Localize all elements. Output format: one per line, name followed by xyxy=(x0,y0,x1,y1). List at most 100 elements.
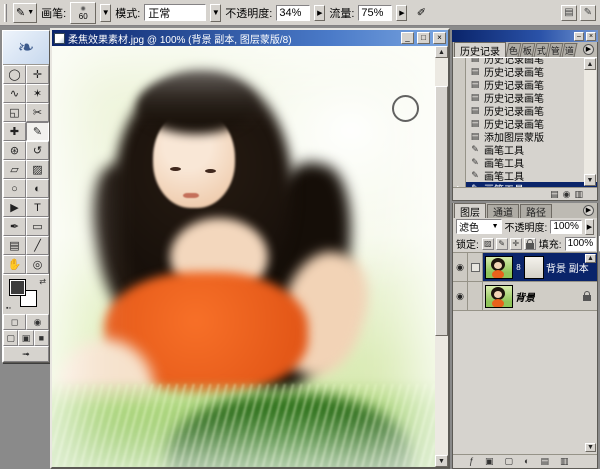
eyedropper-tool-icon[interactable]: ╱ xyxy=(26,236,49,255)
history-source-checkbox[interactable] xyxy=(453,117,466,130)
document-vscrollbar[interactable]: ▲ ▼ xyxy=(435,46,448,467)
history-item[interactable]: ▤添加图层蒙版 xyxy=(453,130,597,143)
blend-mode-select[interactable]: 正常 xyxy=(144,4,206,21)
mode-select-arrow[interactable]: ▼ xyxy=(210,4,221,22)
adjustment-layer-icon[interactable]: ◐ xyxy=(524,456,529,467)
layer-mask-thumbnail[interactable] xyxy=(524,256,544,279)
canvas[interactable] xyxy=(52,46,435,467)
healing-brush-tool-icon[interactable]: ✚ xyxy=(3,122,26,141)
tab-channels[interactable]: 通道 xyxy=(487,204,519,218)
tab-layers[interactable]: 图层 xyxy=(454,203,486,218)
history-brush-tool-icon[interactable]: ↺ xyxy=(26,141,49,160)
foreground-color-swatch[interactable] xyxy=(9,279,26,296)
path-select-tool-icon[interactable]: ▶ xyxy=(3,198,26,217)
history-source-checkbox[interactable] xyxy=(453,78,466,91)
jump-to-imageready-button[interactable]: ➟ xyxy=(3,346,49,362)
mask-edit-indicator[interactable] xyxy=(468,282,483,310)
lasso-tool-icon[interactable]: ∿ xyxy=(3,84,26,103)
minimize-button[interactable]: _ xyxy=(401,32,414,44)
lock-position-icon[interactable]: ✛ xyxy=(510,238,522,250)
lock-all-icon[interactable] xyxy=(524,238,536,250)
type-tool-icon[interactable]: T xyxy=(26,198,49,217)
magic-wand-tool-icon[interactable]: ✶ xyxy=(26,84,49,103)
screen-mode-button-1[interactable]: ▣ xyxy=(18,330,33,346)
eye-icon[interactable]: ◉ xyxy=(453,253,468,281)
layer-style-icon[interactable]: ƒ xyxy=(469,456,474,467)
standard-mode-button[interactable]: ◻ xyxy=(3,314,26,330)
scroll-up-icon[interactable]: ▲ xyxy=(435,46,448,58)
layer-opacity-arrow[interactable]: ▶ xyxy=(585,219,594,235)
zoom-tool-icon[interactable]: ◎ xyxy=(26,255,49,274)
history-item[interactable]: ✎画笔工具 xyxy=(453,169,597,182)
eye-icon[interactable]: ◉ xyxy=(453,282,468,310)
airbrush-toggle[interactable]: ✐ xyxy=(411,3,431,23)
history-source-checkbox[interactable] xyxy=(453,65,466,78)
scroll-up-icon[interactable]: ▲ xyxy=(584,58,596,70)
flow-input[interactable]: 75% xyxy=(358,5,392,21)
history-source-checkbox[interactable] xyxy=(453,91,466,104)
options-grip[interactable] xyxy=(4,4,7,22)
close-button[interactable]: × xyxy=(433,32,446,44)
lock-transparency-icon[interactable]: ▨ xyxy=(482,238,494,250)
layer-thumbnail[interactable] xyxy=(485,256,513,279)
shape-tool-icon[interactable]: ▭ xyxy=(26,217,49,236)
add-layer-mask-icon[interactable]: ▣ xyxy=(485,456,494,467)
brush-picker-arrow[interactable]: ▼ xyxy=(100,4,111,22)
history-source-checkbox[interactable] xyxy=(453,130,466,143)
marquee-tool-icon[interactable]: ◯ xyxy=(3,65,26,84)
palette-well-brushes-icon[interactable]: ✎ xyxy=(580,5,596,21)
blur-tool-icon[interactable]: ○ xyxy=(3,179,26,198)
history-source-checkbox[interactable] xyxy=(453,57,466,65)
dock-close-button[interactable]: × xyxy=(586,32,596,41)
dock-minimize-button[interactable]: – xyxy=(574,32,584,41)
mask-edit-indicator[interactable] xyxy=(468,253,483,281)
restore-button[interactable]: □ xyxy=(417,32,430,44)
default-colors-icon[interactable]: ▪▫ xyxy=(6,305,11,312)
history-source-checkbox[interactable] xyxy=(453,169,466,182)
slice-tool-icon[interactable]: ✂ xyxy=(26,103,49,122)
fill-input[interactable]: 100% xyxy=(565,237,597,251)
layer-opacity-input[interactable]: 100% xyxy=(550,220,582,234)
gradient-tool-icon[interactable]: ▨ xyxy=(26,160,49,179)
clone-stamp-tool-icon[interactable]: ⊛ xyxy=(3,141,26,160)
layer-row[interactable]: ◉ 8背景 副本 xyxy=(453,253,597,282)
pen-tool-icon[interactable]: ✒ xyxy=(3,217,26,236)
history-item[interactable]: ✎画笔工具 xyxy=(453,156,597,169)
palette-menu-icon[interactable]: ▶ xyxy=(583,44,594,55)
quick-mask-mode-button[interactable]: ◉ xyxy=(26,314,49,330)
dodge-tool-icon[interactable]: ◐ xyxy=(26,179,49,198)
layer-blend-select[interactable]: 滤色 ▼ xyxy=(456,219,502,234)
opacity-input[interactable]: 34% xyxy=(276,5,310,21)
history-source-checkbox[interactable] xyxy=(453,143,466,156)
delete-layer-icon[interactable]: ▥ xyxy=(560,456,569,467)
history-item[interactable]: ✎画笔工具 xyxy=(453,143,597,156)
scroll-down-icon[interactable]: ▼ xyxy=(585,443,596,452)
palette-menu-icon[interactable]: ▶ xyxy=(583,205,594,216)
tab-history[interactable]: 历史记录 xyxy=(454,42,506,57)
delete-state-icon[interactable]: ▥ xyxy=(574,189,583,200)
file-browser-icon[interactable]: ▤ xyxy=(561,5,577,21)
screen-mode-button-2[interactable]: ■ xyxy=(34,330,49,346)
crop-tool-icon[interactable]: ◱ xyxy=(3,103,26,122)
scroll-track[interactable] xyxy=(435,58,448,455)
new-group-icon[interactable]: ▢ xyxy=(505,456,514,467)
notes-tool-icon[interactable]: ▤ xyxy=(3,236,26,255)
new-document-from-state-icon[interactable]: ▤ xyxy=(550,189,559,200)
hand-tool-icon[interactable]: ✋ xyxy=(3,255,26,274)
flow-slider-arrow[interactable]: ▶ xyxy=(396,5,407,21)
brush-tool-icon[interactable]: ✎ xyxy=(26,122,49,141)
layer-row[interactable]: ◉背景 xyxy=(453,282,597,311)
eraser-tool-icon[interactable]: ▱ xyxy=(3,160,26,179)
scroll-down-icon[interactable]: ▼ xyxy=(584,174,596,186)
history-side-tab-4[interactable]: 道 xyxy=(562,43,578,57)
layer-row-main[interactable]: 8背景 副本 xyxy=(483,253,597,281)
tool-preset-button[interactable]: ✎ ▼ xyxy=(13,3,37,23)
document-titlebar[interactable]: 柔焦效果素材.jpg @ 100% (背景 副本, 图层蒙版/8) _ □ × xyxy=(52,30,448,46)
layer-thumbnail[interactable] xyxy=(485,285,513,308)
new-snapshot-icon[interactable]: ◉ xyxy=(563,189,571,200)
screen-mode-button-0[interactable]: ▢ xyxy=(3,330,18,346)
tab-paths[interactable]: 路径 xyxy=(520,204,552,218)
new-layer-icon[interactable]: ▤ xyxy=(540,456,549,467)
move-tool-icon[interactable]: ✛ xyxy=(26,65,49,84)
scroll-down-icon[interactable]: ▼ xyxy=(435,455,448,467)
